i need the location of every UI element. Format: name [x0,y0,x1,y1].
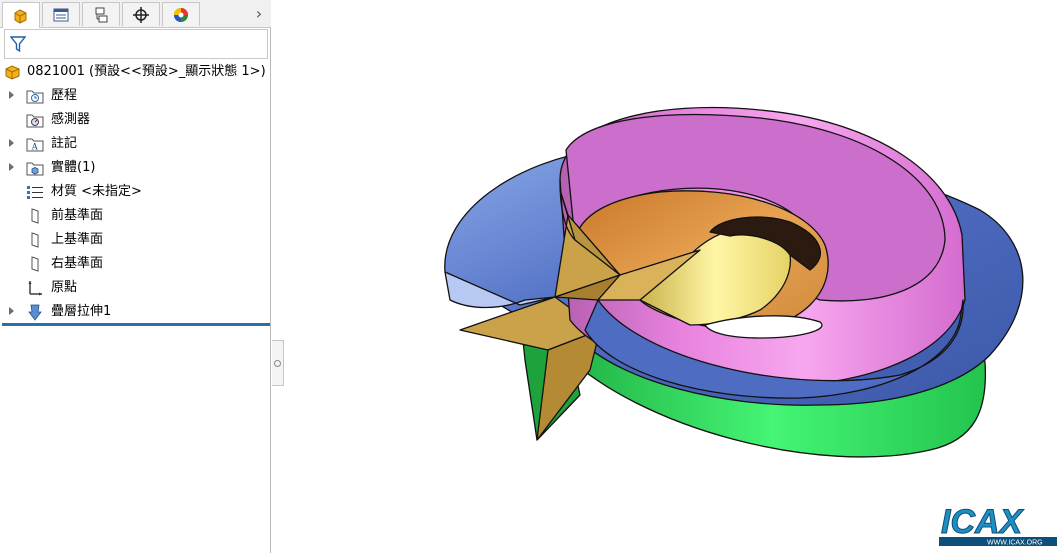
tab-configurationmanager[interactable] [82,2,120,26]
tree-root-label: 0821001 (預設<<預設>_顯示狀態 1>) [27,64,266,79]
featuremanager-panel: › 0821001 (預設<<預設>_顯示狀態 1>) 歷程 感測器 A 註記 … [0,0,271,553]
expand-arrow-icon[interactable] [9,139,14,147]
configuration-icon [95,7,108,22]
part-icon [14,8,27,24]
solid-bodies-folder-icon [26,162,44,176]
rollback-bar[interactable] [2,323,270,326]
icax-watermark-logo: ICAX WWW.ICAX.ORG [939,503,1057,547]
logo-text: ICAX [941,503,1025,541]
tree-item-label: 原點 [51,280,78,295]
filter-icon[interactable] [10,35,26,53]
tree-item-label: 疊層拉伸1 [51,304,112,319]
lofted-part-model[interactable] [444,106,1024,458]
tree-item-solid-bodies[interactable]: 實體(1) [0,156,270,180]
tab-propertymanager[interactable] [42,2,80,26]
history-folder-icon [26,90,44,104]
expand-arrow-icon[interactable] [9,307,14,315]
tree-item-right-plane[interactable]: 右基準面 [0,252,270,276]
tree-item-label: 材質 <未指定> [51,184,142,199]
tab-displaymanager[interactable] [162,2,200,26]
tab-dimxpertmanager[interactable] [122,2,160,26]
tree-filter-box[interactable] [4,29,268,59]
tree-item-history[interactable]: 歷程 [0,84,270,108]
tree-item-sensors[interactable]: 感測器 [0,108,270,132]
tab-featuremanager[interactable] [2,2,40,28]
tree-item-origin[interactable]: 原點 [0,276,270,300]
plane-icon [31,208,39,224]
tree-item-label: 右基準面 [51,256,104,271]
tree-item-label: 前基準面 [51,208,104,223]
crosshair-icon [133,6,149,23]
tree-item-material[interactable]: 材質 <未指定> [0,180,270,204]
manager-tab-bar: › [0,0,271,28]
svg-text:A: A [32,142,39,152]
part-icon [5,65,20,80]
annotations-folder-icon: A [26,138,44,152]
tree-root-part[interactable]: 0821001 (預設<<預設>_顯示狀態 1>) [0,60,270,84]
tabs-overflow-chevron-icon[interactable]: › [251,4,267,24]
tree-item-label: 實體(1) [51,160,96,175]
origin-icon [28,281,42,296]
tree-item-top-plane[interactable]: 上基準面 [0,228,270,252]
grip-dot-icon [274,360,281,367]
tree-item-label: 感測器 [51,112,91,127]
expand-arrow-icon[interactable] [9,163,14,171]
tree-item-lofted-boss[interactable]: 疊層拉伸1 [0,300,270,324]
appearance-ball-icon [174,7,188,22]
plane-icon [31,232,39,248]
graphics-viewport[interactable] [284,0,1063,553]
tree-item-label: 上基準面 [51,232,104,247]
tree-item-label: 歷程 [51,88,78,103]
lofted-boss-icon [28,304,42,321]
panel-collapse-grip[interactable] [272,340,284,386]
tree-item-annotations[interactable]: A 註記 [0,132,270,156]
tree-item-label: 註記 [51,136,78,151]
plane-icon [31,256,39,272]
property-list-icon [53,8,69,21]
material-icon [27,186,43,199]
expand-arrow-icon[interactable] [9,91,14,99]
tree-item-front-plane[interactable]: 前基準面 [0,204,270,228]
sensor-folder-icon [26,114,44,128]
logo-subtext: WWW.ICAX.ORG [987,540,1043,547]
